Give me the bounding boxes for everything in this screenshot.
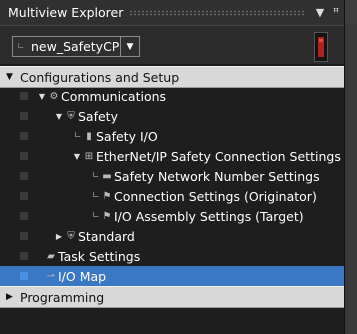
title-grip[interactable]: [129, 9, 306, 16]
tree-item-label: Standard: [78, 228, 135, 244]
standard-icon: ⛨: [67, 230, 75, 242]
tree-item-label: Connection Settings (Originator): [114, 188, 317, 204]
section-configurations-and-setup[interactable]: ▼ Configurations and Setup: [0, 66, 344, 88]
tree-item-label: Safety I/O: [96, 128, 158, 144]
tree-item-communications[interactable]: ▼ ⚙ Communications: [0, 86, 344, 106]
network-number-icon: ▬: [102, 170, 112, 182]
section-programming[interactable]: ▶ Programming: [0, 286, 344, 308]
expand-toggle-icon[interactable]: ▼: [37, 92, 47, 101]
expand-toggle-icon[interactable]: ▼: [54, 112, 64, 121]
row-marker: [20, 92, 28, 100]
expanded-triangle-icon[interactable]: ▼: [0, 72, 20, 82]
row-marker: [20, 152, 28, 160]
tree-item-safety[interactable]: ▼ ⛨ Safety: [0, 106, 344, 126]
tree-connector-icon: ∟: [92, 191, 100, 201]
dropdown-menu-icon[interactable]: ▼: [312, 6, 328, 19]
row-marker: [20, 232, 28, 240]
row-marker: [20, 252, 28, 260]
adjacent-pane-header: [345, 0, 357, 24]
row-marker: [20, 172, 28, 180]
tree-connector-icon: ∟: [92, 211, 100, 221]
collapsed-triangle-icon[interactable]: ▶: [0, 292, 20, 302]
tree-item-safety-io[interactable]: ∟ ▮ Safety I/O: [0, 126, 344, 146]
tree-item-io-map[interactable]: ⇀ I/O Map: [0, 266, 344, 286]
expand-toggle-icon[interactable]: ▼: [72, 152, 82, 161]
multiview-explorer-pane: Multiview Explorer ▼ ꟸ ∟ new_SafetyCPU0 …: [0, 0, 344, 334]
tree-connector-icon: ∟: [74, 131, 82, 141]
section-label: Programming: [20, 289, 105, 305]
tree-item-io-assembly-settings[interactable]: ∟ ⚑ I/O Assembly Settings (Target): [0, 206, 344, 226]
row-marker: [20, 192, 28, 200]
controller-status-icon[interactable]: [314, 32, 328, 62]
tree-item-label: Safety Network Number Settings: [114, 168, 320, 184]
tree-item-label: EtherNet/IP Safety Connection Settings: [96, 148, 341, 164]
device-name: new_SafetyCPU0: [31, 39, 120, 54]
row-marker: [20, 112, 28, 120]
pane-title-bar[interactable]: Multiview Explorer ▼ ꟸ: [0, 0, 344, 26]
tree-item-label: Safety: [78, 108, 118, 124]
device-icon: ∟: [17, 41, 25, 52]
tree-item-connection-settings[interactable]: ∟ ⚑ Connection Settings (Originator): [0, 186, 344, 206]
tree-item-ethernet-ip-safety[interactable]: ▼ ⊞ EtherNet/IP Safety Connection Settin…: [0, 146, 344, 166]
tree-item-task-settings[interactable]: ▰ Task Settings: [0, 246, 344, 266]
pane-title: Multiview Explorer: [8, 5, 124, 20]
io-map-icon: ⇀: [46, 270, 56, 282]
status-led-highlight: [319, 39, 323, 42]
connection-icon: ⚑: [102, 190, 112, 202]
row-marker: [20, 272, 28, 280]
collapse-toggle-icon[interactable]: ▶: [54, 232, 64, 241]
tree-item-label: Task Settings: [58, 248, 141, 264]
tree-connector-icon: ∟: [92, 171, 100, 181]
chevron-down-icon[interactable]: ▼: [120, 37, 139, 56]
safety-icon: ⛨: [67, 110, 75, 122]
device-selector[interactable]: ∟ new_SafetyCPU0 ▼: [12, 36, 140, 57]
tree-item-safety-network-number[interactable]: ∟ ▬ Safety Network Number Settings: [0, 166, 344, 186]
tree-item-label: I/O Map: [58, 268, 107, 284]
row-marker: [20, 132, 28, 140]
tree-item-label: Communications: [61, 88, 167, 104]
assembly-icon: ⚑: [102, 210, 112, 222]
adjacent-pane-edge: [344, 0, 357, 334]
safety-io-icon: ▮: [86, 130, 92, 142]
tree-item-label: I/O Assembly Settings (Target): [114, 208, 304, 224]
pin-icon[interactable]: ꟸ: [328, 6, 344, 19]
row-marker: [20, 212, 28, 220]
task-settings-icon: ▰: [47, 250, 55, 262]
communications-icon: ⚙: [49, 90, 59, 102]
network-icon: ⊞: [84, 150, 94, 162]
tree-item-standard[interactable]: ▶ ⛨ Standard: [0, 226, 344, 246]
section-label: Configurations and Setup: [20, 69, 180, 85]
